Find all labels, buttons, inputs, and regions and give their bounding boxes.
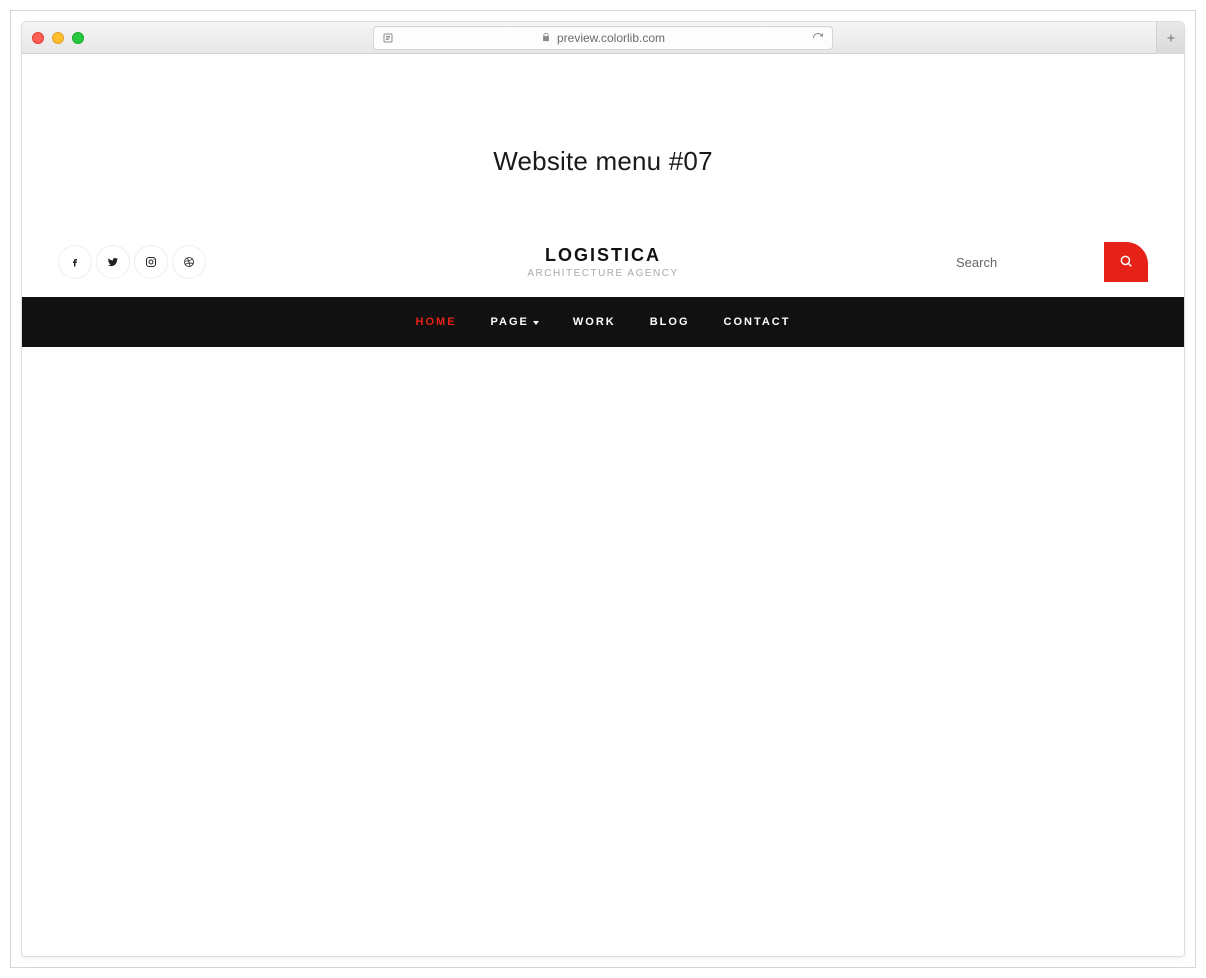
logo-name: LOGISTICA	[421, 245, 784, 266]
search-button[interactable]	[1104, 242, 1148, 282]
header-left	[58, 245, 421, 279]
search-group	[944, 242, 1148, 282]
outer-frame: preview.colorlib.com Website menu #07	[10, 10, 1196, 968]
window-minimize-button[interactable]	[52, 32, 64, 44]
url-text: preview.colorlib.com	[557, 31, 665, 45]
new-tab-button[interactable]	[1156, 22, 1184, 54]
address-bar[interactable]: preview.colorlib.com	[373, 26, 833, 50]
window-maximize-button[interactable]	[72, 32, 84, 44]
header-right	[785, 242, 1148, 282]
nav-contact[interactable]: CONTACT	[724, 316, 791, 328]
chevron-down-icon	[533, 321, 539, 325]
nav-label: HOME	[416, 316, 457, 328]
site-header: LOGISTICA ARCHITECTURE AGENCY	[22, 227, 1184, 297]
page-title: Website menu #07	[22, 146, 1184, 177]
address-url: preview.colorlib.com	[541, 31, 665, 45]
nav-home[interactable]: HOME	[416, 316, 457, 328]
twitter-icon[interactable]	[96, 245, 130, 279]
logo[interactable]: LOGISTICA ARCHITECTURE AGENCY	[421, 245, 784, 279]
dribbble-icon[interactable]	[172, 245, 206, 279]
nav-label: WORK	[573, 316, 616, 328]
social-icons	[58, 245, 206, 279]
refresh-icon[interactable]	[812, 32, 824, 44]
nav-label: CONTACT	[724, 316, 791, 328]
traffic-lights	[32, 32, 84, 44]
browser-window: preview.colorlib.com Website menu #07	[21, 21, 1185, 957]
nav-page[interactable]: PAGE	[491, 316, 539, 328]
page-content: Website menu #07	[22, 54, 1184, 956]
window-close-button[interactable]	[32, 32, 44, 44]
nav-label: BLOG	[650, 316, 690, 328]
instagram-icon[interactable]	[134, 245, 168, 279]
nav-work[interactable]: WORK	[573, 316, 616, 328]
search-input[interactable]	[944, 245, 1104, 280]
main-nav: HOME PAGE WORK BLOG CONTACT	[22, 297, 1184, 347]
reader-mode-icon[interactable]	[382, 32, 394, 44]
nav-blog[interactable]: BLOG	[650, 316, 690, 328]
browser-chrome: preview.colorlib.com	[22, 22, 1184, 54]
search-icon	[1119, 254, 1133, 271]
nav-label: PAGE	[491, 316, 529, 328]
facebook-icon[interactable]	[58, 245, 92, 279]
logo-tagline: ARCHITECTURE AGENCY	[421, 268, 784, 279]
lock-icon	[541, 31, 551, 45]
